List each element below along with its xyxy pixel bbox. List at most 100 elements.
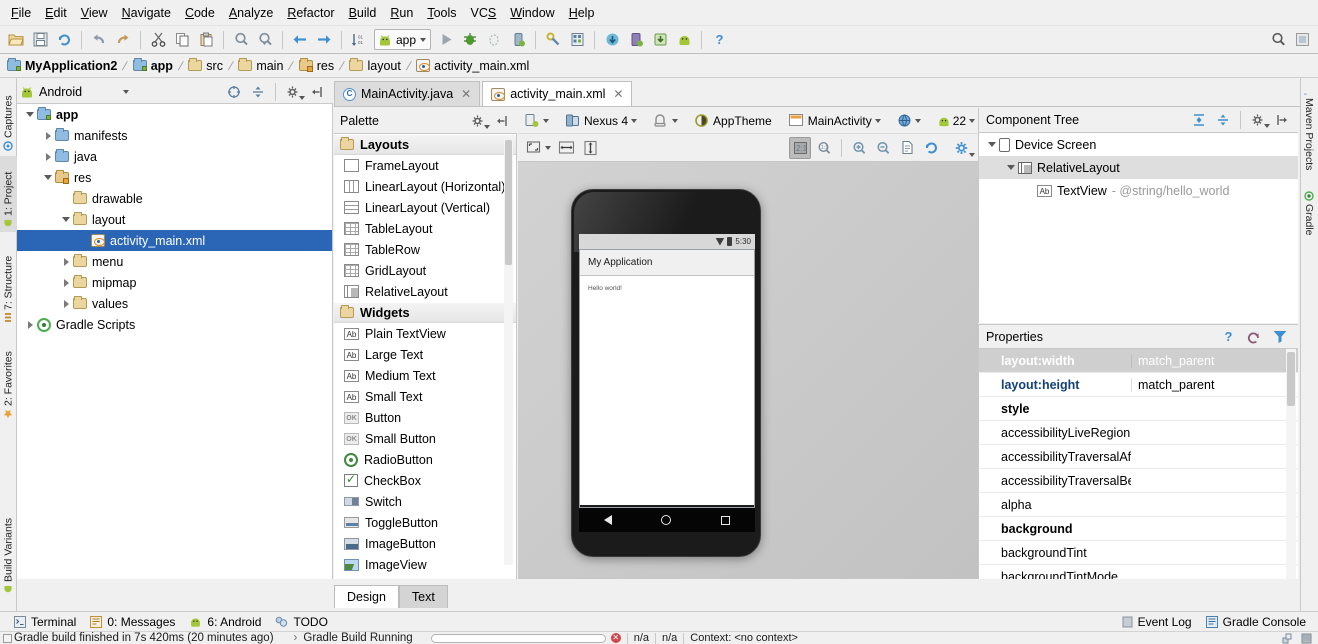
tree-node-mipmap[interactable]: mipmap (17, 272, 332, 293)
properties-scrollbar-thumb[interactable] (1287, 352, 1295, 406)
sidebar-item-captures[interactable]: Captures (0, 80, 17, 154)
debug-button[interactable] (459, 29, 481, 51)
palette-item-small-text[interactable]: Ab Small Text (334, 386, 516, 407)
hello-world-textview[interactable]: Hello world! (579, 276, 755, 292)
attach-debugger-icon[interactable] (507, 29, 529, 51)
tree-node-gradle-scripts[interactable]: Gradle Scripts (17, 314, 332, 335)
chevron-right-icon[interactable] (23, 314, 37, 335)
property-row-style[interactable]: style (979, 397, 1298, 421)
palette-item-relativelayout[interactable]: RelativeLayout (334, 281, 516, 302)
menu-item-code[interactable]: Code (178, 3, 222, 23)
palette-list[interactable]: Layouts FrameLayout LinearLayout (Horizont… (334, 134, 517, 579)
chevron-down-icon[interactable] (874, 118, 881, 123)
palette-group-layouts[interactable]: Layouts (334, 134, 516, 155)
hide-icon[interactable] (306, 81, 328, 103)
palette-item-radiobutton[interactable]: RadioButton (334, 449, 516, 470)
forward-icon[interactable] (313, 29, 335, 51)
context-indicator[interactable]: Context: <no context> (690, 632, 798, 644)
device-config-button[interactable] (521, 110, 552, 131)
breadcrumb-item-myapplication2[interactable]: MyApplication2 (5, 58, 119, 73)
zoom-fit-icon[interactable]: 1:1 (813, 137, 835, 159)
design-canvas[interactable]: 5:30 My Application Hello world! (518, 162, 978, 579)
close-icon[interactable]: ✕ (613, 87, 623, 101)
tool-gradle-console[interactable]: Gradle Console (1205, 615, 1306, 629)
sidebar-item-build-variants[interactable]: Build Variants (0, 498, 17, 598)
hide-icon[interactable] (491, 110, 513, 132)
zoom-in-icon[interactable] (848, 137, 870, 159)
api-level-selector[interactable]: 22 (934, 110, 978, 131)
tree-node-res[interactable]: res (17, 167, 332, 188)
properties-table[interactable]: layout:width match_parent layout:height mat… (978, 349, 1298, 579)
chevron-down-icon[interactable] (59, 209, 73, 230)
palette-item-small-button[interactable]: OK Small Button (334, 428, 516, 449)
tool-event-log[interactable]: Event Log (1122, 615, 1192, 629)
device-screen[interactable]: 5:30 My Application Hello world! (579, 234, 755, 505)
menu-item-analyze[interactable]: Analyze (222, 3, 280, 23)
copy-icon[interactable] (171, 29, 193, 51)
palette-item-checkbox[interactable]: CheckBox (334, 470, 516, 491)
menu-item-file[interactable]: File (4, 3, 38, 23)
close-icon[interactable]: ✕ (461, 87, 471, 101)
property-row-layout-width[interactable]: layout:width match_parent (979, 349, 1298, 373)
property-row-backgroundtint[interactable]: backgroundTint (979, 541, 1298, 565)
project-tree[interactable]: app manifests java res drawable layout activit… (17, 104, 333, 579)
tree-node-java[interactable]: java (17, 146, 332, 167)
breadcrumb-item-src[interactable]: src (186, 58, 225, 73)
chevron-down-icon[interactable] (543, 118, 549, 123)
tree-node-menu[interactable]: menu (17, 251, 332, 272)
chevron-right-icon[interactable] (59, 293, 73, 314)
settings-icon[interactable] (282, 81, 305, 103)
editor-mode-tab-text[interactable]: Text (398, 585, 448, 608)
chevron-down-icon[interactable] (672, 118, 679, 123)
tree-node-app[interactable]: app (17, 104, 332, 125)
breadcrumb-item-app[interactable]: app (131, 58, 175, 73)
chevron-right-icon[interactable] (41, 146, 55, 167)
search-everywhere-icon[interactable] (1267, 29, 1289, 51)
tree-node-activity-main-xml[interactable]: activity_main.xml (17, 230, 332, 251)
avd-android-icon[interactable] (673, 29, 695, 51)
chevron-down-icon[interactable] (985, 134, 999, 155)
open-folder-icon[interactable] (5, 29, 27, 51)
property-value[interactable]: match_parent (1131, 353, 1298, 368)
collapse-all-icon[interactable] (1212, 109, 1234, 131)
menu-item-vcs[interactable]: VCS (464, 3, 504, 23)
orientation-selector[interactable] (650, 110, 681, 131)
component-node-textview[interactable]: Ab TextView - @string/hello_world (979, 179, 1298, 202)
chevron-down-icon[interactable] (1004, 157, 1018, 178)
encoding-indicator[interactable]: n/a (662, 632, 677, 644)
save-all-icon[interactable] (29, 29, 51, 51)
project-view-selector[interactable]: Android (17, 81, 137, 103)
find-icon[interactable] (230, 29, 252, 51)
tree-node-drawable[interactable]: drawable (17, 188, 332, 209)
undo-icon[interactable] (88, 29, 110, 51)
refresh-icon[interactable] (920, 137, 942, 159)
property-row-layout-height[interactable]: layout:height match_parent (979, 373, 1298, 397)
chevron-right-icon[interactable] (59, 272, 73, 293)
home-icon[interactable] (661, 515, 672, 525)
chevron-down-icon[interactable] (23, 104, 37, 125)
expand-all-icon[interactable] (1188, 109, 1210, 131)
tree-node-layout[interactable]: layout (17, 209, 332, 230)
help-icon[interactable]: ? (1222, 329, 1236, 344)
palette-item-framelayout[interactable]: FrameLayout (334, 155, 516, 176)
property-value[interactable]: match_parent (1131, 377, 1298, 392)
settings-icon[interactable] (467, 110, 490, 132)
menu-item-help[interactable]: Help (562, 3, 602, 23)
width-icon[interactable] (555, 137, 577, 159)
breadcrumb-item-res[interactable]: res (297, 58, 336, 73)
run-configuration-selector[interactable]: app (374, 29, 432, 50)
property-row-alpha[interactable]: alpha (979, 493, 1298, 517)
memory-indicator-icon[interactable] (1301, 633, 1312, 644)
palette-item-large-text[interactable]: Ab Large Text (334, 344, 516, 365)
fit-to-screen-button[interactable] (523, 137, 554, 158)
component-node-device-screen[interactable]: Device Screen (979, 133, 1298, 156)
chevron-down-icon[interactable] (123, 89, 129, 94)
palette-item-switch[interactable]: Switch (334, 491, 516, 512)
recents-icon[interactable] (721, 515, 731, 525)
palette-item-imageview[interactable]: ImageView (334, 554, 516, 575)
palette-item-medium-text[interactable]: Ab Medium Text (334, 365, 516, 386)
vcs-branch-icon[interactable] (1282, 633, 1293, 644)
chevron-down-icon[interactable] (545, 145, 551, 150)
device-preview[interactable]: 5:30 My Application Hello world! (571, 189, 761, 557)
layout-toggle-icon[interactable] (1291, 29, 1313, 51)
